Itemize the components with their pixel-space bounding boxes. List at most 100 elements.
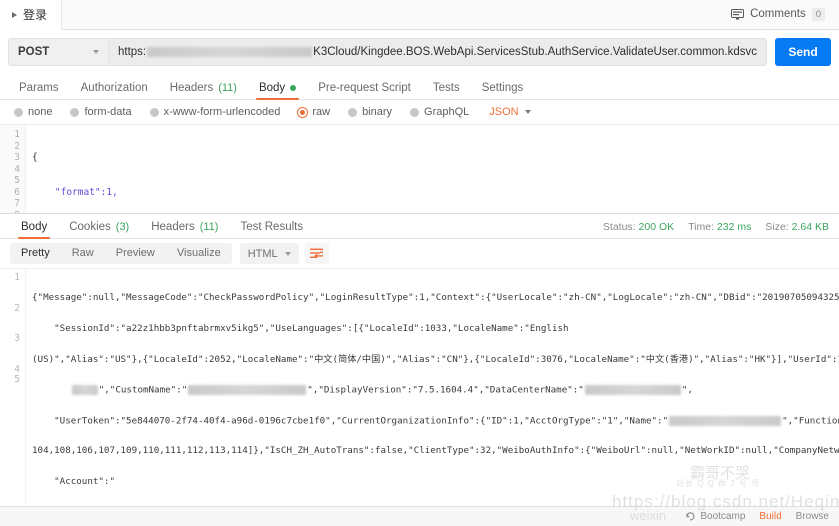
comment-icon <box>731 8 745 20</box>
url-suffix: K3Cloud/Kingdee.BOS.WebApi.ServicesStub.… <box>313 46 757 58</box>
wrap-lines-button[interactable] <box>304 243 329 264</box>
status-meta: Status: 200 OK <box>603 221 674 233</box>
body-type-label: GraphQL <box>424 106 470 118</box>
response-tab-bar: Body Cookies (3) Headers (11) Test Resul… <box>0 213 839 239</box>
bootcamp-button[interactable]: Bootcamp <box>686 511 745 522</box>
response-meta: Status: 200 OK Time: 232 ms Size: 2.64 K… <box>603 221 829 238</box>
request-tab-label: 登录 <box>23 8 48 22</box>
view-visualize[interactable]: Visualize <box>166 243 232 264</box>
line-number: 7 <box>14 198 20 209</box>
redacted-alias <box>71 385 98 396</box>
status-value: 200 OK <box>638 221 675 233</box>
body-type-none[interactable]: none <box>14 106 52 118</box>
response-tab-test-results[interactable]: Test Results <box>229 221 314 238</box>
response-line: (US)","Alias":"US"},{"LocaleId":2052,"Lo… <box>32 353 839 365</box>
request-tab-strip: 登录 Comments 0 <box>0 0 839 30</box>
tab-body[interactable]: Body <box>248 82 307 100</box>
bootcamp-icon <box>686 512 695 521</box>
radio-icon <box>149 107 159 117</box>
send-label: Send <box>788 45 818 59</box>
chevron-down-icon <box>524 110 531 114</box>
tab-label: Settings <box>481 82 524 94</box>
tab-label: Headers <box>169 82 214 94</box>
build-button[interactable]: Build <box>759 511 781 522</box>
body-type-binary[interactable]: binary <box>348 106 392 118</box>
response-view-switcher: Pretty Raw Preview Visualize <box>10 243 232 264</box>
line-number: 3 <box>14 152 20 163</box>
request-tab-login[interactable]: 登录 <box>0 0 63 30</box>
size-meta: Size: 2.64 KB <box>765 221 829 233</box>
url-input[interactable]: https: K3Cloud/Kingdee.BOS.WebApi.Service… <box>108 38 767 66</box>
send-button[interactable]: Send <box>775 38 831 66</box>
response-line-redacted: ","CustomName":" ","DisplayVersion":"7.5.… <box>32 385 839 395</box>
response-body-viewer[interactable]: 1 2 3 4 5 {"Message":null,"MessageCode":… <box>0 269 839 506</box>
code-line: { <box>32 152 38 163</box>
radio-icon <box>14 107 23 117</box>
comments-label: Comments <box>750 8 806 21</box>
body-format-select[interactable]: JSON <box>489 106 531 118</box>
postman-window: 登录 Comments 0 POST https: K3Cloud/Kingdee… <box>0 0 839 526</box>
response-tab-headers[interactable]: Headers (11) <box>140 221 229 238</box>
size-label: Size: <box>765 221 789 233</box>
body-type-x-www-form-urlencoded[interactable]: x-www-form-urlencoded <box>149 106 281 118</box>
response-line: "SessionId":"a22z1hbb3pnftabrmxv5ikg5","… <box>32 323 569 334</box>
body-format-label: JSON <box>489 106 519 118</box>
redacted-datacenter <box>584 385 681 396</box>
tab-count: (3) <box>115 221 130 233</box>
response-gutter: 1 2 3 4 5 <box>0 269 26 506</box>
line-number: 6 <box>14 186 20 198</box>
tab-count: (11) <box>218 82 237 94</box>
tab-authorization[interactable]: Authorization <box>70 82 159 99</box>
wrap-lines-icon <box>310 248 324 259</box>
view-raw[interactable]: Raw <box>61 243 105 264</box>
tab-tests[interactable]: Tests <box>422 82 471 99</box>
response-tab-body[interactable]: Body <box>10 221 58 239</box>
response-line: "Account":" <box>32 475 115 487</box>
code-line: "format":1, <box>32 186 118 198</box>
status-bar: Bootcamp Build Browse <box>0 506 839 526</box>
line-number: 8 <box>0 210 20 214</box>
response-tab-cookies[interactable]: Cookies (3) <box>58 221 140 238</box>
request-sub-tabs: Params Authorization Headers (11) Body P… <box>0 74 839 100</box>
radio-icon <box>410 107 420 117</box>
tab-pre-request-script[interactable]: Pre-request Script <box>307 82 422 99</box>
view-preview[interactable]: Preview <box>105 243 166 264</box>
tab-headers[interactable]: Headers (11) <box>159 82 248 99</box>
radio-icon <box>70 107 80 117</box>
redacted-customname <box>188 385 307 396</box>
time-value: 232 ms <box>716 221 752 233</box>
response-format-select[interactable]: HTML <box>239 243 299 264</box>
tab-label: Params <box>19 82 59 94</box>
body-type-raw[interactable]: raw <box>298 106 330 118</box>
tab-label: Body <box>21 221 48 233</box>
line-number: 1 <box>14 129 20 140</box>
browse-button[interactable]: Browse <box>796 511 829 522</box>
browse-label: Browse <box>795 511 829 522</box>
build-label: Build <box>759 511 782 522</box>
body-present-dot-icon <box>290 85 297 91</box>
method-label: POST <box>18 46 50 58</box>
tab-label: Tests <box>432 82 460 94</box>
line-number: 2 <box>14 140 20 152</box>
response-format-label: HTML <box>247 247 278 260</box>
body-type-row: none form-data x-www-form-urlencoded raw… <box>0 100 839 125</box>
body-type-graphql[interactable]: GraphQL <box>410 106 469 118</box>
tab-params[interactable]: Params <box>8 82 70 99</box>
chevron-down-icon <box>284 251 291 256</box>
tab-label: Cookies <box>69 221 111 233</box>
response-line: 104,108,106,107,109,110,111,112,113,114]… <box>32 445 839 457</box>
body-type-label: none <box>28 106 53 118</box>
line-number: 5 <box>14 175 20 186</box>
comments-button[interactable]: Comments 0 <box>731 7 829 22</box>
method-select[interactable]: POST <box>8 38 108 66</box>
tab-settings[interactable]: Settings <box>471 82 535 99</box>
request-code[interactable]: { "format":1, "useragent":"ApiClient", "… <box>26 125 839 213</box>
view-pretty[interactable]: Pretty <box>10 243 61 264</box>
request-body-editor[interactable]: 1 2 3 4 5 6 7 8 { "format":1, "useragent… <box>0 125 839 213</box>
tab-label: Pre-request Script <box>318 82 411 94</box>
redacted-orgname <box>669 415 782 426</box>
body-type-label: x-www-form-urlencoded <box>163 106 281 118</box>
body-type-form-data[interactable]: form-data <box>70 106 132 118</box>
url-prefix: https: <box>118 46 147 58</box>
body-type-label: raw <box>312 106 331 118</box>
